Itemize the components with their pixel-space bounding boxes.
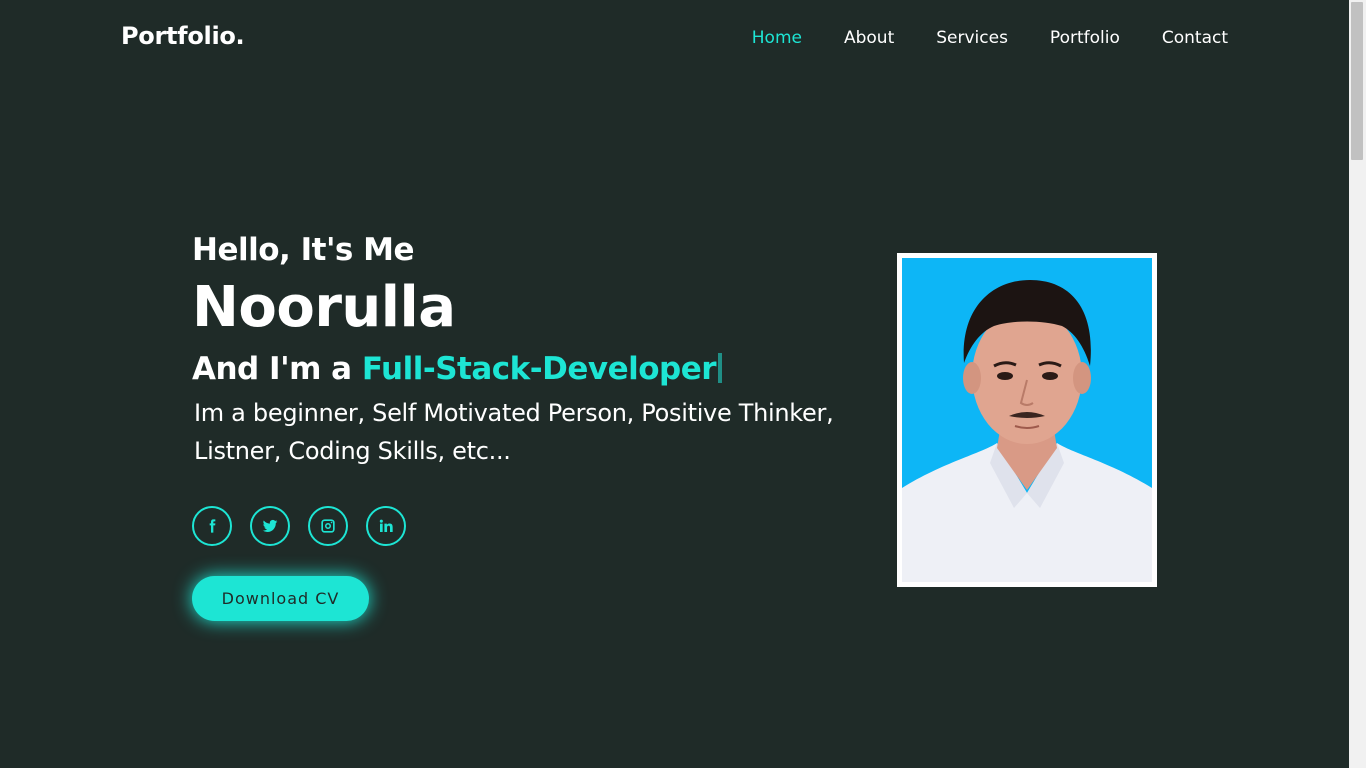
profile-photo-frame xyxy=(897,253,1157,587)
role-highlight: Full-Stack-Developer xyxy=(361,351,717,387)
hero-role: And I'm a Full-Stack-Developer xyxy=(192,348,872,390)
logo[interactable]: Portfolio. xyxy=(121,22,245,50)
nav-services[interactable]: Services xyxy=(936,28,1008,48)
scrollbar-thumb[interactable] xyxy=(1351,2,1363,160)
hero-section: Hello, It's Me Noorulla And I'm a Full-S… xyxy=(192,230,872,470)
twitter-link[interactable] xyxy=(250,506,290,546)
role-prefix: And I'm a xyxy=(192,351,362,387)
download-cv-button[interactable]: Download CV xyxy=(192,576,369,621)
linkedin-link[interactable] xyxy=(366,506,406,546)
profile-photo xyxy=(902,258,1152,582)
instagram-icon xyxy=(321,519,335,533)
twitter-icon xyxy=(262,519,278,532)
nav-contact[interactable]: Contact xyxy=(1162,28,1228,48)
social-links xyxy=(192,506,406,546)
nav-portfolio[interactable]: Portfolio xyxy=(1050,28,1120,48)
facebook-icon xyxy=(209,519,216,533)
page: Portfolio. Home About Services Portfolio… xyxy=(0,0,1366,768)
site-header: Portfolio. Home About Services Portfolio… xyxy=(0,0,1349,78)
page-scrollbar[interactable] xyxy=(1349,0,1366,768)
typing-cursor xyxy=(718,353,723,383)
hero-greeting: Hello, It's Me xyxy=(192,232,415,268)
portrait-illustration xyxy=(902,258,1152,582)
nav-about[interactable]: About xyxy=(844,28,894,48)
linkedin-icon xyxy=(379,519,393,532)
instagram-link[interactable] xyxy=(308,506,348,546)
facebook-link[interactable] xyxy=(192,506,232,546)
hero-description: Im a beginner, Self Motivated Person, Po… xyxy=(194,399,834,465)
hero-name: Noorulla xyxy=(192,275,456,340)
main-nav: Home About Services Portfolio Contact xyxy=(710,28,1228,48)
nav-home[interactable]: Home xyxy=(752,28,802,48)
